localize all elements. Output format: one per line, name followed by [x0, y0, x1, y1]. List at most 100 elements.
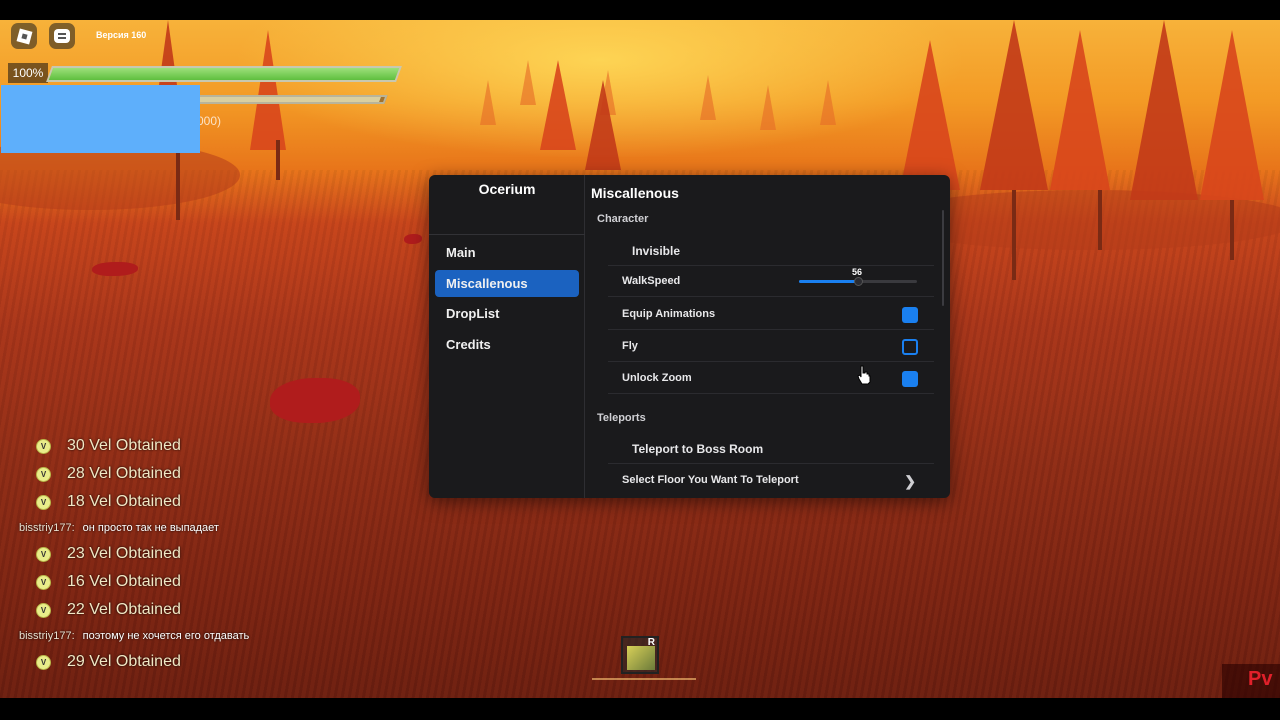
health-bar [46, 66, 402, 82]
select-floor-label: Select Floor You Want To Teleport [622, 474, 799, 486]
enemy-creature[interactable] [404, 234, 422, 244]
walkspeed-label: WalkSpeed [622, 275, 681, 287]
fly-checkbox[interactable] [902, 339, 918, 355]
section-label-teleports: Teleports [597, 412, 646, 424]
chat-icon [54, 29, 70, 43]
vel-obtained-text: 23 Vel Obtained [67, 545, 181, 562]
chat-username[interactable]: bisstriy177: [19, 630, 75, 642]
teleport-boss-room-label: Teleport to Boss Room [632, 442, 764, 456]
equip-animations-row[interactable]: Equip Animations [608, 299, 934, 330]
fly-row[interactable]: Fly [608, 331, 934, 362]
vel-currency-icon: V [36, 602, 51, 618]
menu-scrollbar[interactable] [942, 210, 944, 306]
tree-trunk [276, 140, 280, 180]
chat-line-vel: V 18 Vel Obtained [18, 488, 378, 516]
watermark: Pv [1222, 664, 1280, 698]
chat-username[interactable]: bisstriy177: [19, 522, 75, 534]
tree [1050, 30, 1110, 190]
vel-obtained-text: 28 Vel Obtained [67, 465, 181, 482]
sidebar-divider [429, 234, 585, 235]
chat-line-message: bisstriy177: поэтому не хочется его отдав… [18, 624, 378, 648]
chat-message-text: поэтому не хочется его отдавать [82, 630, 250, 642]
menu-title: Ocerium [478, 181, 536, 197]
experience-bar-fill [191, 97, 382, 102]
vel-obtained-text: 30 Vel Obtained [67, 437, 181, 454]
tab-label: DropList [446, 306, 500, 321]
vel-obtained-text: 16 Vel Obtained [67, 573, 181, 590]
tree-trunk [1012, 190, 1016, 280]
ocerium-menu: Ocerium Main Miscallenous DropList Credi… [429, 175, 950, 498]
invisible-label: Invisible [632, 244, 681, 258]
tree-trunk [1230, 200, 1234, 260]
tree-trunk [176, 150, 180, 220]
tree [700, 75, 716, 120]
letterbox-top [0, 0, 1280, 20]
chat-line-vel: V 28 Vel Obtained [18, 460, 378, 488]
health-percent: 100% [8, 63, 48, 83]
tree [1130, 20, 1198, 200]
experience-text: 000) [197, 114, 222, 128]
page-title: Miscallenous [591, 185, 679, 201]
invisible-button[interactable]: Invisible [608, 235, 934, 266]
hotbar-key: R [647, 637, 655, 648]
vel-currency-icon: V [36, 654, 51, 670]
chat-message-text: он просто так не выпадает [82, 522, 219, 534]
walkspeed-slider-handle[interactable] [854, 277, 863, 286]
vel-obtained-text: 18 Vel Obtained [67, 493, 181, 510]
tree [820, 80, 836, 125]
unlock-zoom-label: Unlock Zoom [622, 372, 692, 384]
tab-label: Miscallenous [446, 276, 528, 291]
tab-miscallenous[interactable]: Miscallenous [435, 270, 579, 297]
chat-line-vel: V 30 Vel Obtained [18, 432, 378, 460]
hand-cursor-icon [857, 365, 871, 385]
vel-currency-icon: V [36, 438, 51, 454]
tree [540, 60, 576, 150]
tree [760, 85, 776, 130]
vel-obtained-text: 22 Vel Obtained [67, 601, 181, 618]
chat-feed: V 30 Vel Obtained V 28 Vel Obtained V 18 Vel … [18, 432, 378, 676]
vel-currency-icon: V [36, 466, 51, 482]
tool-icon [627, 646, 655, 670]
hotbar-underline [592, 678, 696, 680]
select-floor-dropdown[interactable]: Select Floor You Want To Teleport ❯ [608, 465, 934, 496]
tab-label: Credits [446, 337, 491, 352]
tree [1200, 30, 1264, 200]
menu-sidebar: Ocerium Main Miscallenous DropList Credi… [429, 175, 585, 498]
roblox-menu-button[interactable] [11, 23, 37, 49]
tab-droplist[interactable]: DropList [435, 300, 579, 327]
chat-toggle-button[interactable] [49, 23, 75, 49]
unlock-zoom-checkbox[interactable] [902, 371, 918, 387]
health-bar-fill [48, 68, 400, 80]
roblox-logo-icon [16, 28, 32, 44]
unlock-zoom-row[interactable]: Unlock Zoom [608, 363, 934, 394]
enemy-creature[interactable] [270, 378, 360, 423]
vel-currency-icon: V [36, 546, 51, 562]
chat-line-vel: V 23 Vel Obtained [18, 540, 378, 568]
chat-line-vel: V 29 Vel Obtained [18, 648, 378, 676]
chevron-right-icon: ❯ [904, 473, 916, 489]
vel-currency-icon: V [36, 574, 51, 590]
walkspeed-slider[interactable] [799, 277, 917, 286]
experience-bar [188, 95, 388, 104]
tab-credits[interactable]: Credits [435, 331, 579, 358]
tree [900, 40, 960, 190]
equip-animations-label: Equip Animations [622, 308, 716, 320]
tree-trunk [1098, 190, 1102, 250]
hotbar-slot[interactable]: R [621, 636, 659, 674]
tree [980, 20, 1048, 190]
chat-line-vel: V 16 Vel Obtained [18, 568, 378, 596]
tab-main[interactable]: Main [435, 239, 579, 266]
teleport-boss-room-button[interactable]: Teleport to Boss Room [608, 433, 934, 464]
vel-currency-icon: V [36, 494, 51, 510]
walkspeed-value: 56 [852, 267, 863, 277]
section-label-character: Character [597, 213, 649, 225]
equip-animations-checkbox[interactable] [902, 307, 918, 323]
tree [250, 30, 286, 150]
redaction-overlay [1, 85, 200, 153]
tree [520, 60, 536, 105]
walkspeed-slider-fill [799, 280, 858, 283]
enemy-creature[interactable] [92, 262, 138, 276]
menu-content: Miscallenous Character Invisible WalkSpe… [586, 175, 950, 498]
chat-line-vel: V 22 Vel Obtained [18, 596, 378, 624]
version-label: Версия 160 [96, 30, 147, 40]
